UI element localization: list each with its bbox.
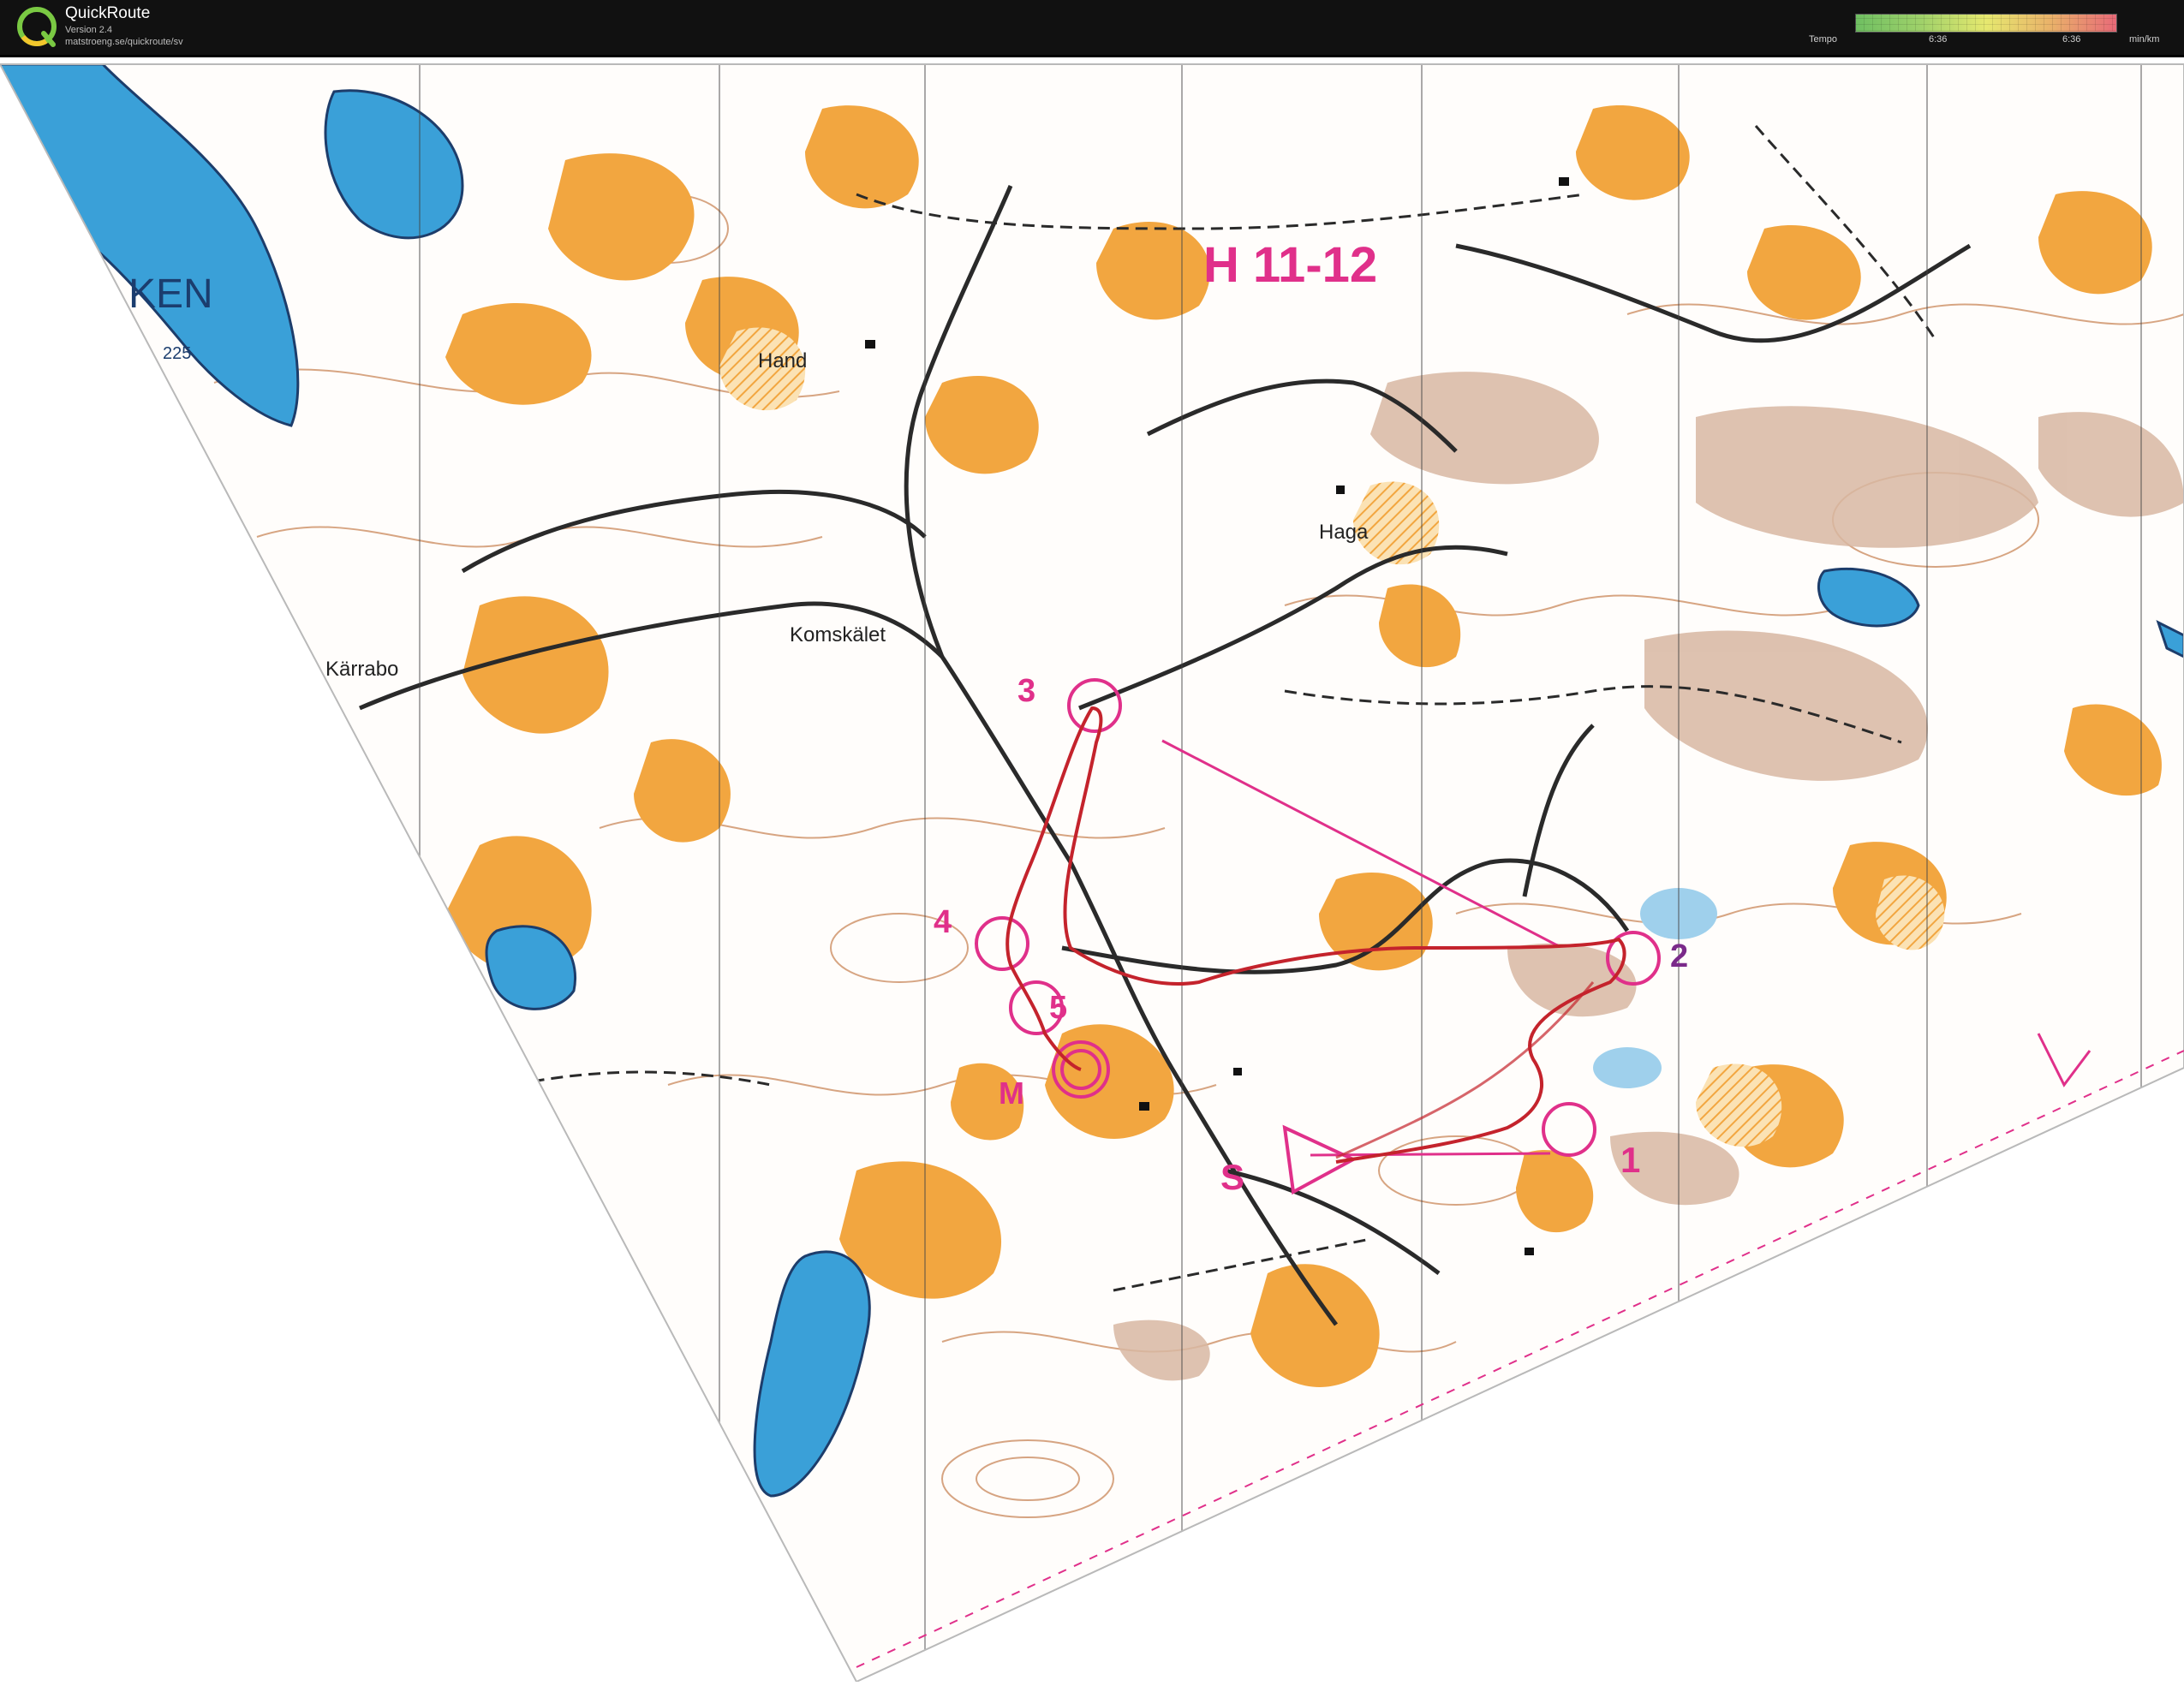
place-label-komskalet: Komskälet <box>790 623 886 646</box>
control-number-3: 3 <box>1017 673 1035 709</box>
tempo-tick-left: 6:36 <box>1929 34 1948 45</box>
orienteering-map[interactable]: H 11-12 Hand Haga Komskälet Kärrabo KEN … <box>0 57 2184 1683</box>
control-number-1: 1 <box>1620 1140 1640 1180</box>
app-titlebar: QuickRoute Version 2.4 matstroeng.se/qui… <box>0 0 2184 57</box>
control-number-4: 4 <box>934 904 952 940</box>
class-label: H 11-12 <box>1203 237 1377 293</box>
start-label: S <box>1220 1157 1244 1197</box>
lake-name-fragment: KEN <box>128 271 213 317</box>
tempo-unit: min/km <box>2129 34 2160 45</box>
elevation-label: 225 <box>163 344 191 363</box>
tempo-label: Tempo <box>1809 34 1838 45</box>
app-url: matstroeng.se/quickroute/sv <box>65 37 183 47</box>
finish-label: M <box>999 1075 1024 1111</box>
place-label-haga: Haga <box>1319 521 1369 544</box>
map-content <box>0 64 2184 1682</box>
control-number-2: 2 <box>1670 938 1688 974</box>
app-title: QuickRoute <box>65 4 151 22</box>
map-canvas[interactable]: H 11-12 Hand Haga Komskälet Kärrabo KEN … <box>0 57 2184 1683</box>
tempo-tick-right: 6:36 <box>2062 34 2081 45</box>
place-label-karrabo: Kärrabo <box>325 658 398 681</box>
quickroute-logo-icon <box>17 7 57 47</box>
control-number-5: 5 <box>1049 990 1067 1026</box>
app-version: Version 2.4 <box>65 25 113 35</box>
place-label-hand: Hand <box>758 349 807 372</box>
tempo-scale-grid <box>1855 14 2115 31</box>
